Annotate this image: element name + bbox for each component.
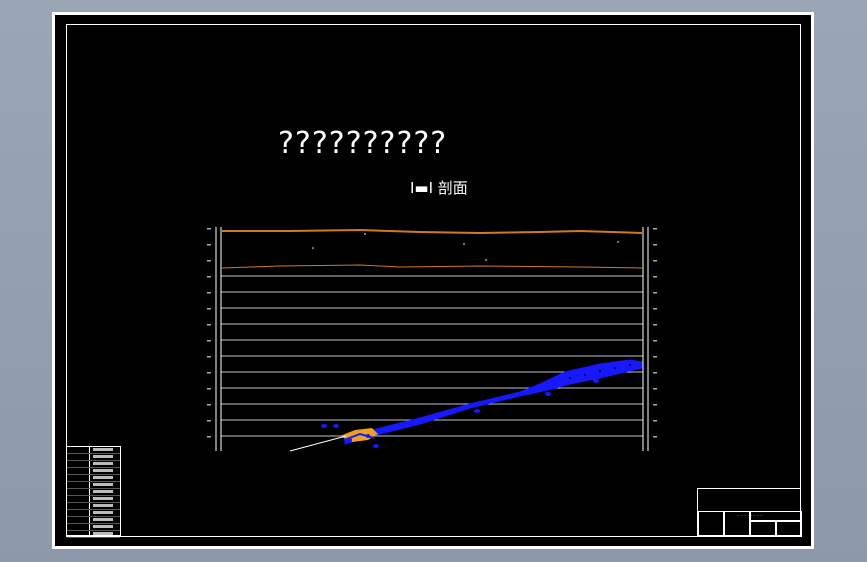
legend-row-text <box>93 476 113 479</box>
elevation-tick-label <box>207 404 211 406</box>
elevation-tick-label <box>653 324 657 326</box>
elevation-tick-label <box>207 244 211 246</box>
elevation-tick-label <box>207 388 211 390</box>
weathered-layer-line <box>221 264 643 269</box>
legend-row-text <box>93 469 113 472</box>
title-block-label: · · · · · · · · <box>738 513 762 519</box>
legend-row <box>67 468 120 475</box>
elevation-tick-label <box>653 292 657 294</box>
elevation-gridlines <box>221 275 643 437</box>
legend-row-text <box>93 455 113 458</box>
legend-row <box>67 510 120 517</box>
legend-row <box>67 496 120 503</box>
title-block-header <box>698 489 800 512</box>
right-tick-marks <box>653 228 657 438</box>
legend-row <box>67 531 120 538</box>
elevation-tick-label <box>207 372 211 374</box>
right-elevation-scale <box>642 227 649 451</box>
legend-row <box>67 517 120 524</box>
legend-row <box>67 461 120 468</box>
elevation-tick-label <box>207 276 211 278</box>
legend-row <box>67 482 120 489</box>
elevation-tick-label <box>207 324 211 326</box>
elevation-tick-label <box>207 420 211 422</box>
elevation-tick-label <box>653 404 657 406</box>
elevation-tick-label <box>653 340 657 342</box>
elevation-tick-label <box>653 260 657 262</box>
left-tick-marks <box>207 228 211 438</box>
elevation-tick-label <box>653 228 657 230</box>
elevation-tick-label <box>653 436 657 438</box>
elevation-tick-label <box>207 260 211 262</box>
legend-row-text <box>93 532 113 535</box>
cross-section-drawing <box>207 227 657 452</box>
coal-seam <box>344 359 643 445</box>
legend-row-text <box>93 511 113 514</box>
left-elevation-scale <box>215 227 222 451</box>
elevation-tick-label <box>653 276 657 278</box>
elevation-tick-label <box>207 228 211 230</box>
leader-line <box>289 435 347 452</box>
legend-row <box>67 524 120 531</box>
legend-row-text <box>93 490 113 493</box>
elevation-tick-label <box>207 308 211 310</box>
legend-row <box>67 503 120 510</box>
legend-row-text <box>93 462 113 465</box>
legend-row <box>67 447 120 454</box>
elevation-tick-label <box>207 356 211 358</box>
legend-row <box>67 489 120 496</box>
workings-cluster <box>340 428 378 442</box>
elevation-tick-label <box>207 340 211 342</box>
title-block: · · · · · · · · <box>697 488 802 537</box>
ground-surface-line <box>222 228 643 235</box>
legend-row-text <box>93 483 113 486</box>
elevation-tick-label <box>653 372 657 374</box>
legend-row-text <box>93 497 113 500</box>
legend-row <box>67 475 120 482</box>
survey-points <box>312 233 619 261</box>
elevation-tick-label <box>653 420 657 422</box>
legend-row-text <box>93 518 113 521</box>
elevation-tick-label <box>653 356 657 358</box>
legend-row-text <box>93 448 113 451</box>
elevation-tick-label <box>653 388 657 390</box>
legend-row-text <box>93 525 113 528</box>
elevation-tick-label <box>653 308 657 310</box>
elevation-tick-label <box>207 292 211 294</box>
legend-row-text <box>93 504 113 507</box>
elevation-tick-label <box>653 244 657 246</box>
legend-row <box>67 454 120 461</box>
elevation-tick-label <box>207 436 211 438</box>
legend-table <box>66 446 121 538</box>
